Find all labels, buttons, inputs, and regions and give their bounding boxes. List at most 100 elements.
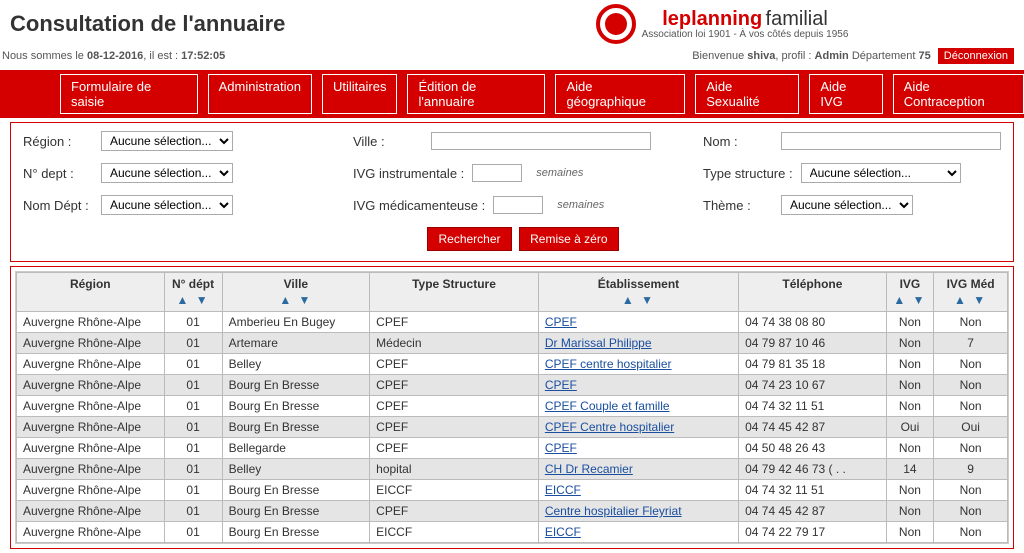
etab-link[interactable]: CPEF centre hospitalier [545, 357, 672, 371]
select-type-structure[interactable]: Aucune sélection... [801, 163, 961, 183]
cell-ivgm: Non [934, 480, 1008, 501]
col-ivg[interactable]: IVG▲ ▼ [886, 273, 933, 312]
sort-icon[interactable]: ▲ ▼ [543, 293, 734, 307]
cell-region: Auvergne Rhône-Alpe [17, 480, 165, 501]
results-panel: Région N° dépt▲ ▼ Ville▲ ▼ Type Structur… [10, 266, 1014, 549]
input-ivg-instr[interactable] [472, 164, 522, 182]
cell-dept: 01 [164, 396, 222, 417]
etab-link[interactable]: Centre hospitalier Fleyriat [545, 504, 682, 518]
cell-dept: 01 [164, 375, 222, 396]
input-nom[interactable] [781, 132, 1001, 150]
col-region[interactable]: Région [17, 273, 165, 312]
logout-button[interactable]: Déconnexion [938, 48, 1014, 64]
cell-dept: 01 [164, 438, 222, 459]
cell-ivg: Non [886, 333, 933, 354]
cell-etab: CPEF [538, 438, 738, 459]
cell-ivg: Non [886, 438, 933, 459]
cell-dept: 01 [164, 501, 222, 522]
select-region[interactable]: Aucune sélection... [101, 131, 233, 151]
table-row: Auvergne Rhône-Alpe01Bourg En BresseCPEF… [17, 396, 1008, 417]
etab-link[interactable]: CPEF [545, 441, 577, 455]
logo-subtitle: Association loi 1901 - À vos côtés depui… [642, 29, 849, 40]
col-tel[interactable]: Téléphone [739, 273, 887, 312]
sort-icon[interactable]: ▲ ▼ [227, 293, 366, 307]
nav-aide-ivg[interactable]: Aide IVG [809, 74, 882, 114]
table-row: Auvergne Rhône-Alpe01Bourg En BresseEICC… [17, 480, 1008, 501]
cell-etab: CPEF Centre hospitalier [538, 417, 738, 438]
input-ville[interactable] [431, 132, 651, 150]
user-line: Bienvenue shiva, profil : Admin Départem… [692, 48, 1014, 64]
label-theme: Thème : [703, 198, 773, 213]
table-row: Auvergne Rhône-Alpe01Amberieu En BugeyCP… [17, 312, 1008, 333]
cell-ivgm: Non [934, 375, 1008, 396]
sort-icon[interactable]: ▲ ▼ [891, 293, 929, 307]
etab-link[interactable]: EICCF [545, 483, 581, 497]
unit-semaines2: semaines [557, 199, 604, 211]
cell-ivgm: Non [934, 312, 1008, 333]
cell-ivgm: Non [934, 354, 1008, 375]
nav-administration[interactable]: Administration [208, 74, 312, 114]
cell-ville: Belley [222, 459, 370, 480]
cell-region: Auvergne Rhône-Alpe [17, 354, 165, 375]
cell-type: CPEF [370, 312, 539, 333]
select-theme[interactable]: Aucune sélection... [781, 195, 913, 215]
label-nom: Nom : [703, 134, 773, 149]
nav-edition-annuaire[interactable]: Édition de l'annuaire [407, 74, 545, 114]
nav-utilitaires[interactable]: Utilitaires [322, 74, 397, 114]
cell-ville: Bourg En Bresse [222, 480, 370, 501]
cell-type: EICCF [370, 480, 539, 501]
cell-ivg: Oui [886, 417, 933, 438]
nav-aide-geo[interactable]: Aide géographique [555, 74, 685, 114]
cell-ivg: Non [886, 501, 933, 522]
col-ndept[interactable]: N° dépt▲ ▼ [164, 273, 222, 312]
page-title: Consultation de l'annuaire [10, 11, 430, 37]
search-panel: Région : Aucune sélection... Ville : Nom… [10, 122, 1014, 262]
label-ivg-med: IVG médicamenteuse : [353, 198, 485, 213]
sort-icon[interactable]: ▲ ▼ [169, 293, 218, 307]
cell-type: hopital [370, 459, 539, 480]
etab-link[interactable]: EICCF [545, 525, 581, 539]
col-ivgm[interactable]: IVG Méd▲ ▼ [934, 273, 1008, 312]
search-button[interactable]: Rechercher [427, 227, 511, 251]
cell-tel: 04 50 48 26 43 [739, 438, 887, 459]
col-type[interactable]: Type Structure [370, 273, 539, 312]
cell-type: CPEF [370, 375, 539, 396]
logo-word1: leplanning [662, 8, 762, 30]
cell-tel: 04 79 81 35 18 [739, 354, 887, 375]
etab-link[interactable]: CH Dr Recamier [545, 462, 633, 476]
cell-etab: Centre hospitalier Fleyriat [538, 501, 738, 522]
cell-ville: Bellegarde [222, 438, 370, 459]
cell-dept: 01 [164, 354, 222, 375]
col-etab[interactable]: Établissement▲ ▼ [538, 273, 738, 312]
cell-etab: EICCF [538, 480, 738, 501]
sort-icon[interactable]: ▲ ▼ [938, 293, 1003, 307]
nav-aide-sexualite[interactable]: Aide Sexualité [695, 74, 799, 114]
nav-formulaire[interactable]: Formulaire de saisie [60, 74, 198, 114]
table-row: Auvergne Rhône-Alpe01Bourg En BresseCPEF… [17, 375, 1008, 396]
etab-link[interactable]: CPEF Couple et famille [545, 399, 670, 413]
col-ville[interactable]: Ville▲ ▼ [222, 273, 370, 312]
etab-link[interactable]: Dr Marissal Philippe [545, 336, 652, 350]
cell-type: CPEF [370, 438, 539, 459]
cell-tel: 04 74 32 11 51 [739, 480, 887, 501]
cell-etab: Dr Marissal Philippe [538, 333, 738, 354]
select-ndept[interactable]: Aucune sélection... [101, 163, 233, 183]
cell-tel: 04 74 45 42 87 [739, 417, 887, 438]
cell-dept: 01 [164, 333, 222, 354]
reset-button[interactable]: Remise à zéro [519, 227, 618, 251]
input-ivg-med[interactable] [493, 196, 543, 214]
cell-region: Auvergne Rhône-Alpe [17, 375, 165, 396]
select-nomdept[interactable]: Aucune sélection... [101, 195, 233, 215]
nav-aide-contraception[interactable]: Aide Contraception [893, 74, 1024, 114]
etab-link[interactable]: CPEF Centre hospitalier [545, 420, 674, 434]
cell-tel: 04 79 87 10 46 [739, 333, 887, 354]
cell-etab: CH Dr Recamier [538, 459, 738, 480]
cell-ville: Belley [222, 354, 370, 375]
label-ville: Ville : [353, 134, 423, 149]
table-row: Auvergne Rhône-Alpe01BelleyCPEFCPEF cent… [17, 354, 1008, 375]
cell-ivgm: Non [934, 396, 1008, 417]
etab-link[interactable]: CPEF [545, 315, 577, 329]
cell-ivg: Non [886, 480, 933, 501]
table-row: Auvergne Rhône-Alpe01ArtemareMédecinDr M… [17, 333, 1008, 354]
etab-link[interactable]: CPEF [545, 378, 577, 392]
